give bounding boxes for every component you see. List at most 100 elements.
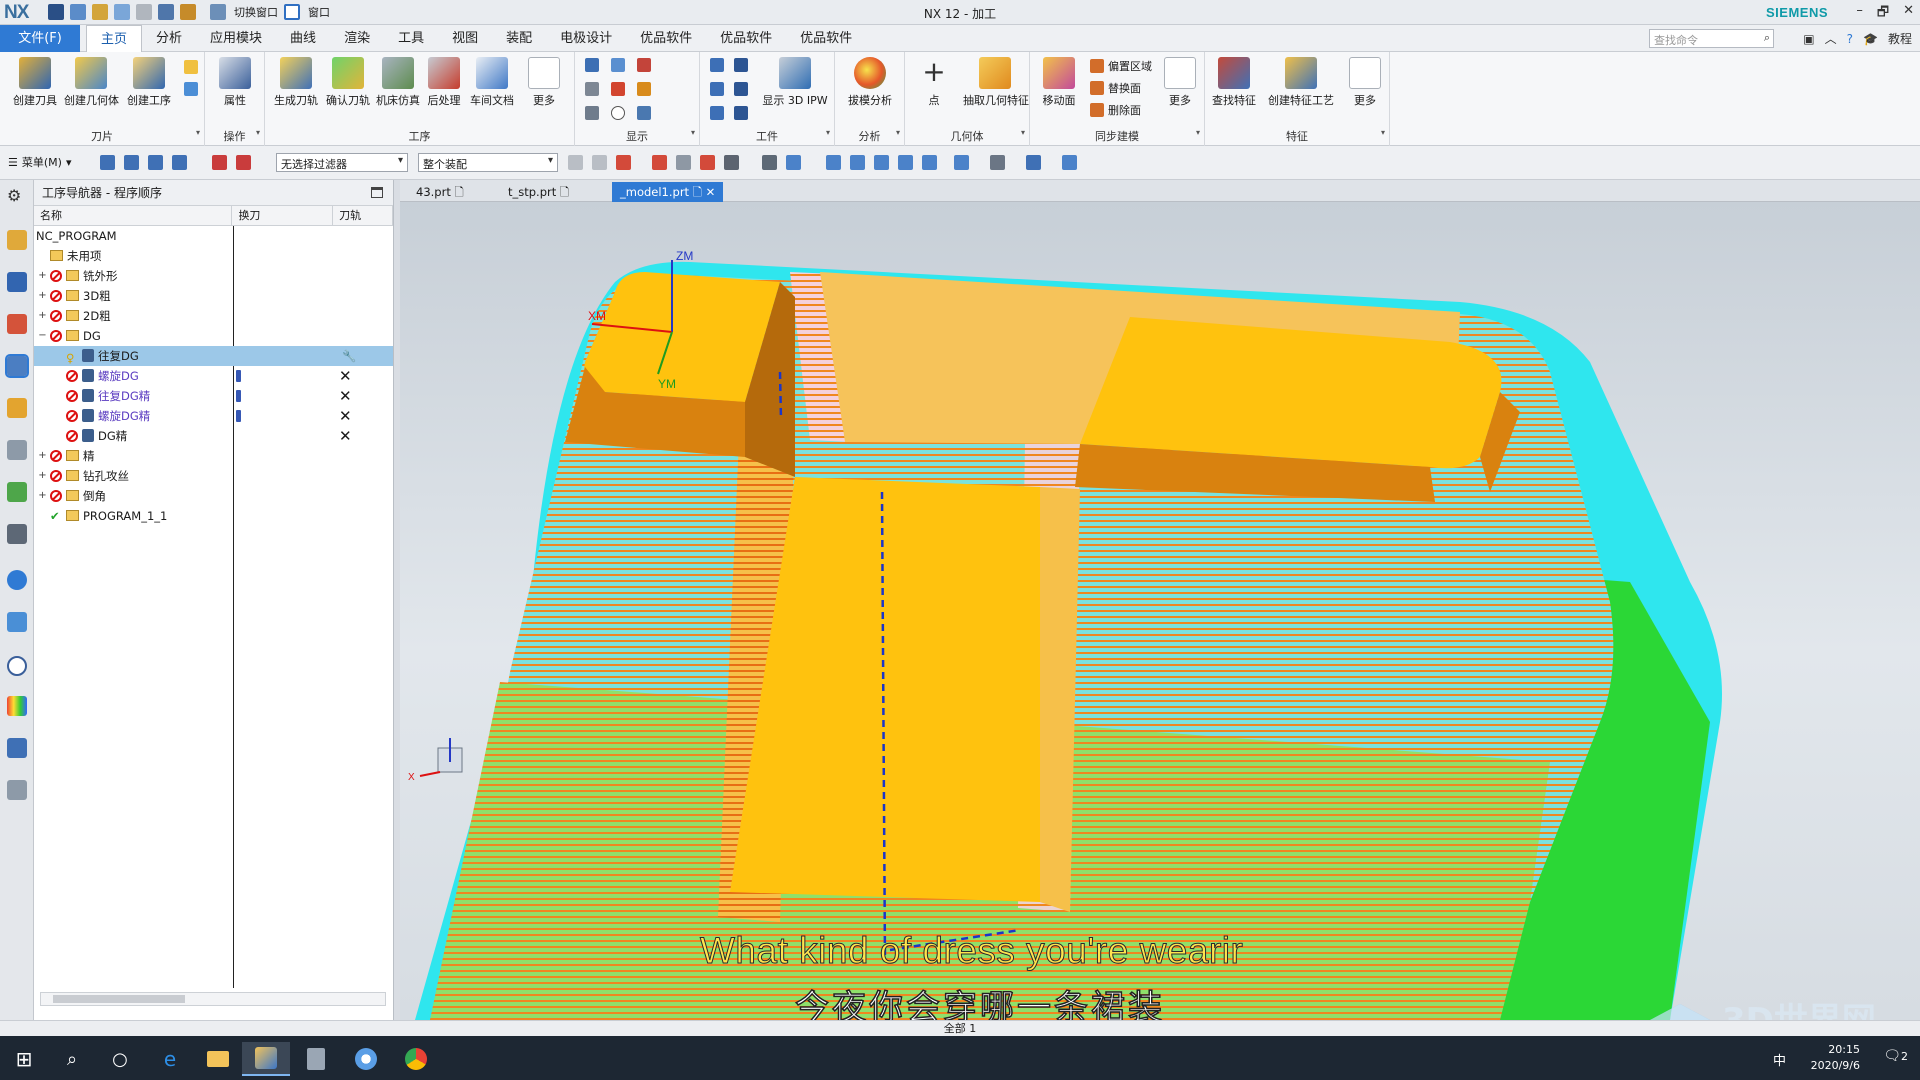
part-navigator-icon[interactable] (7, 398, 27, 418)
display-opt-9-icon[interactable] (637, 106, 651, 120)
select-1-icon[interactable] (568, 155, 583, 170)
info-icon[interactable] (7, 570, 27, 590)
scrollbar-thumb[interactable] (53, 995, 185, 1003)
create-operation-button[interactable]: 创建工序 (122, 57, 176, 108)
view-2-icon[interactable] (786, 155, 801, 170)
find-feature-button[interactable]: 查找特征 (1207, 57, 1261, 108)
properties-button[interactable]: 属性 (208, 57, 262, 108)
point-button[interactable]: + 点 (907, 57, 961, 108)
tab-curve[interactable]: 曲线 (276, 25, 330, 52)
tree-row[interactable]: ♀ 往复DG 🔧 (34, 346, 393, 366)
pan-icon[interactable] (898, 155, 913, 170)
close-button[interactable]: ✕ (1903, 3, 1914, 25)
render-style-icon[interactable] (954, 155, 969, 170)
cut-icon[interactable] (92, 4, 108, 20)
tutorial-icon[interactable]: 🎓 (1863, 32, 1878, 46)
file-tab-t-stp[interactable]: t_stp.prt 🗋 (500, 182, 577, 202)
file-menu-button[interactable]: 文件(F) (0, 25, 80, 52)
display-opt-4-icon[interactable] (585, 82, 599, 96)
command-search-input[interactable]: 查找命令 ⌕ (1649, 29, 1774, 48)
tab-analysis[interactable]: 分析 (142, 25, 196, 52)
window-icon[interactable] (284, 4, 300, 20)
start-button[interactable]: ⊞ (0, 1042, 48, 1076)
history-clock-icon[interactable] (7, 656, 27, 676)
expand-toggle-icon[interactable]: + (38, 466, 47, 486)
restore-button[interactable]: 🗗 (1877, 3, 1889, 25)
display-opt-8-icon[interactable] (611, 106, 625, 120)
delete-face-button[interactable]: 删除面 (1090, 102, 1141, 118)
assembly-navigator-icon[interactable] (7, 272, 27, 292)
filter-2-icon[interactable] (236, 155, 251, 170)
display-opt-2-icon[interactable] (611, 58, 625, 72)
file-explorer-icon[interactable] (194, 1042, 242, 1076)
tree-row[interactable]: +3D粗 (34, 286, 393, 306)
column-tool-change[interactable]: 换刀 (232, 206, 334, 225)
help-icon[interactable]: ? (1847, 32, 1853, 46)
display-opt-6-icon[interactable] (637, 82, 651, 96)
select-3-icon[interactable] (616, 155, 631, 170)
tree-row[interactable]: − DG (34, 326, 393, 346)
expand-toggle-icon[interactable]: − (38, 326, 47, 346)
tab-view[interactable]: 视图 (438, 25, 492, 52)
create-program-icon[interactable] (184, 60, 198, 74)
save-icon[interactable] (48, 4, 64, 20)
tab-render[interactable]: 渲染 (330, 25, 384, 52)
tab-tools[interactable]: 工具 (384, 25, 438, 52)
photos-app-icon[interactable] (342, 1042, 390, 1076)
tree-row[interactable]: ✔ PROGRAM_1_1 (34, 506, 393, 526)
window-layout-icon[interactable]: ▣ (1803, 32, 1814, 46)
fit-view-icon[interactable] (826, 155, 841, 170)
tree-row[interactable]: + 倒角 (34, 486, 393, 506)
view-1-icon[interactable] (762, 155, 777, 170)
workpiece-opt-6-icon[interactable] (734, 106, 748, 120)
workpiece-opt-3-icon[interactable] (710, 82, 724, 96)
create-method-icon[interactable] (184, 82, 198, 96)
file-tab-model1[interactable]: _model1.prt 🗋 ✕ (612, 182, 724, 202)
main-menu-button[interactable]: ☰ 菜单(M) ▾ (8, 154, 71, 170)
create-tool-button[interactable]: 创建刀具 (8, 57, 62, 108)
task-view-icon[interactable]: ○ (96, 1042, 144, 1076)
notification-center-icon[interactable]: 🗨2 (1883, 1048, 1908, 1064)
tab-youpin-2[interactable]: 优品软件 (706, 25, 786, 52)
move-face-button[interactable]: 移动面 (1032, 57, 1086, 108)
tree-row[interactable]: +2D粗 (34, 306, 393, 326)
switch-window-icon[interactable] (210, 4, 226, 20)
generate-toolpath-button[interactable]: 生成刀轨 (269, 57, 323, 108)
tree-row[interactable]: DG精 ✕ (34, 426, 393, 446)
expand-toggle-icon[interactable]: + (38, 286, 47, 306)
system-clock[interactable]: 20:15 2020/9/6 (1811, 1042, 1860, 1074)
graphics-window[interactable]: ZM XM YM X (400, 202, 1920, 1020)
snap-1-icon[interactable] (100, 155, 115, 170)
close-tab-icon[interactable]: ✕ (706, 185, 716, 199)
select-6-icon[interactable] (700, 155, 715, 170)
tab-youpin-1[interactable]: 优品软件 (626, 25, 706, 52)
tree-row[interactable]: + 钻孔攻丝 (34, 466, 393, 486)
process-more-button[interactable]: 更多 (517, 57, 571, 108)
column-toolpath[interactable]: 刀轨 (333, 206, 393, 225)
workpiece-opt-5-icon[interactable] (710, 106, 724, 120)
horizontal-scrollbar[interactable] (40, 992, 386, 1006)
model-icon[interactable] (1026, 155, 1041, 170)
window-menu-button[interactable]: 窗口 (308, 4, 330, 20)
document-icon[interactable] (7, 612, 27, 632)
tree-row[interactable]: 未用项 (34, 246, 393, 266)
feature-more-button[interactable]: 更多 (1343, 57, 1387, 108)
verify-toolpath-button[interactable]: 确认刀轨 (321, 57, 375, 108)
selection-scope-dropdown[interactable]: 整个装配 (418, 153, 558, 172)
tab-youpin-3[interactable]: 优品软件 (786, 25, 866, 52)
minimize-button[interactable]: – (1856, 3, 1863, 25)
tab-home[interactable]: 主页 (86, 25, 143, 52)
column-name[interactable]: 名称 (34, 206, 233, 225)
touch-mode-icon[interactable] (180, 4, 196, 20)
display-opt-5-icon[interactable] (611, 82, 625, 96)
maximize-icon[interactable] (371, 187, 383, 198)
web-browser-icon[interactable] (7, 524, 27, 544)
select-4-icon[interactable] (652, 155, 667, 170)
machine-navigator-icon[interactable] (7, 230, 27, 250)
select-5-icon[interactable] (676, 155, 691, 170)
paste-icon[interactable] (136, 4, 152, 20)
hd3d-icon[interactable] (7, 482, 27, 502)
select-7-icon[interactable] (724, 155, 739, 170)
expand-toggle-icon[interactable]: + (38, 486, 47, 506)
create-feature-process-button[interactable]: 创建特征工艺 (1265, 57, 1337, 108)
